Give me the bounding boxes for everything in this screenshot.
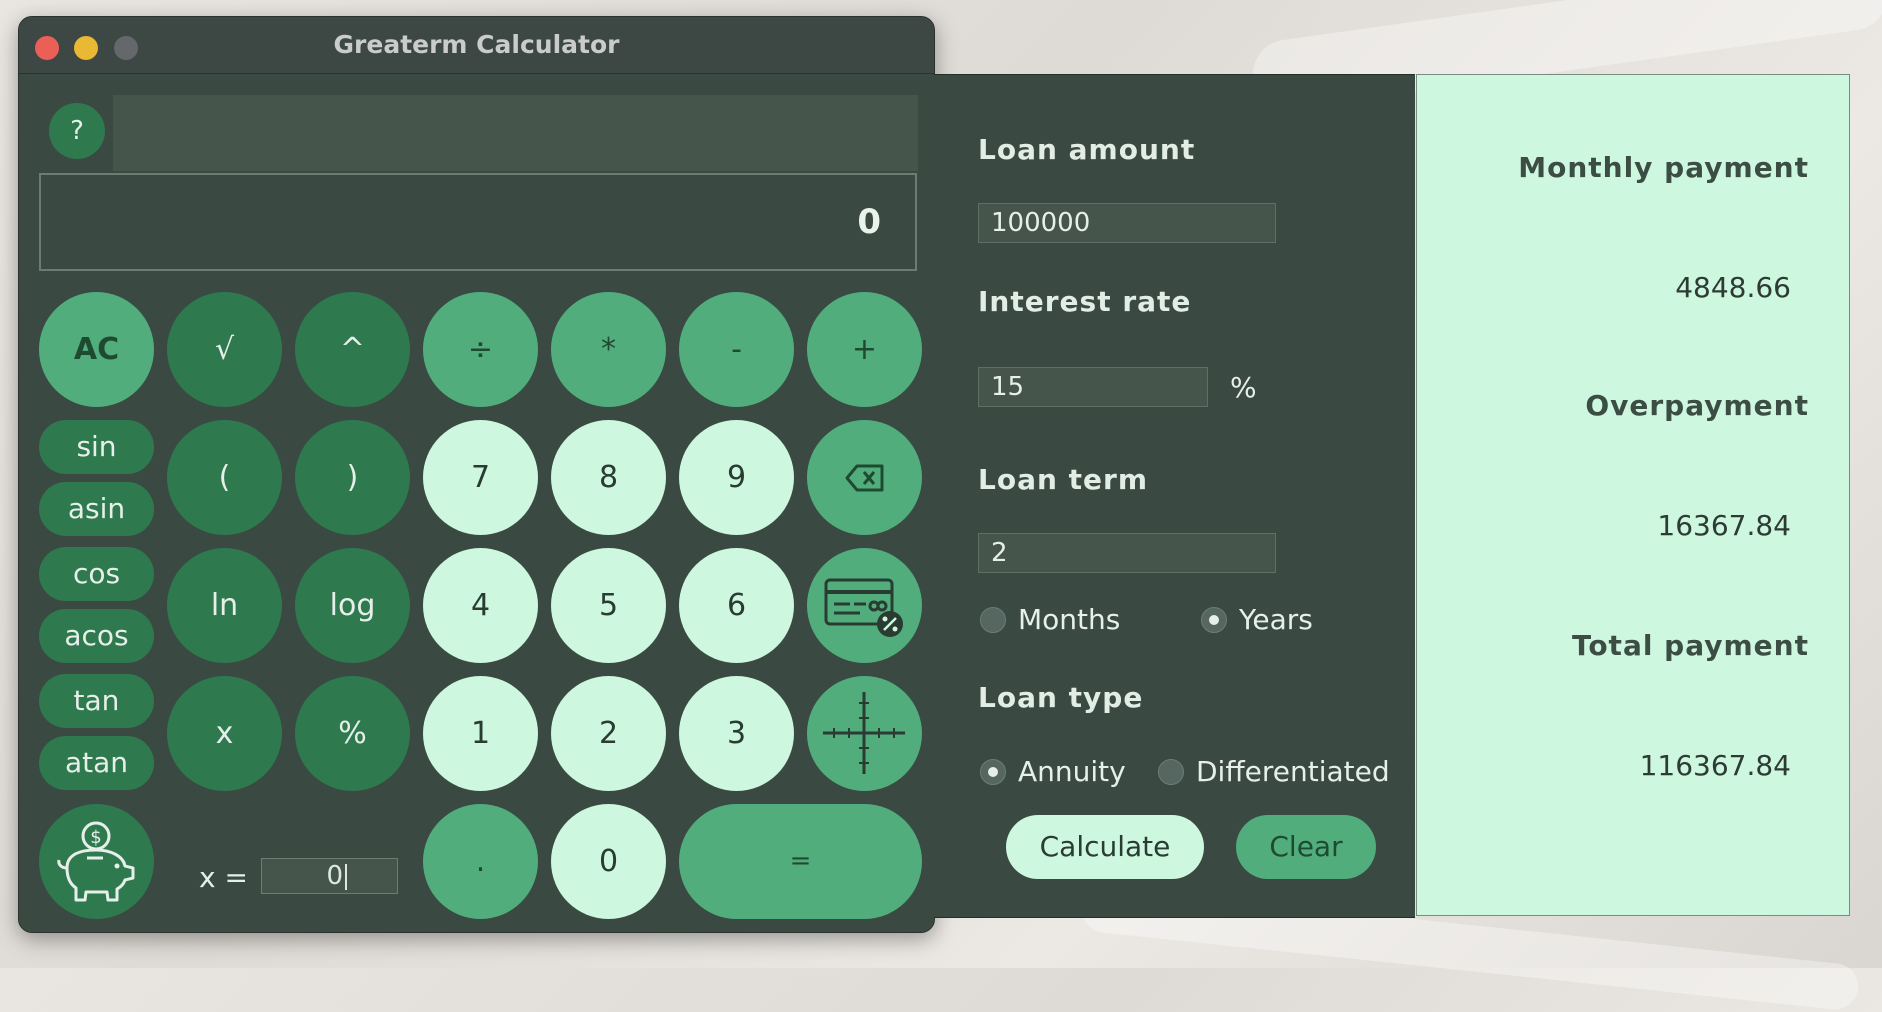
loan-term-input[interactable]: 2 xyxy=(978,533,1276,573)
results-panel: Monthly payment 4848.66 Overpayment 1636… xyxy=(1416,74,1850,916)
years-radio[interactable] xyxy=(1201,607,1227,633)
backspace-button[interactable] xyxy=(807,420,922,535)
credit-card-percent-icon xyxy=(824,578,903,637)
monthly-payment-value: 4848.66 xyxy=(1675,271,1791,304)
log-button[interactable]: log xyxy=(295,548,410,663)
ln-button[interactable]: ln xyxy=(167,548,282,663)
interest-rate-label: Interest rate xyxy=(978,285,1192,318)
x-value-text: 0 xyxy=(326,861,343,891)
digit-7-button[interactable]: 7 xyxy=(423,420,538,535)
monthly-payment-label: Monthly payment xyxy=(1518,151,1809,184)
variable-x-button[interactable]: x xyxy=(167,676,282,791)
months-label[interactable]: Months xyxy=(1018,603,1120,636)
annuity-radio[interactable] xyxy=(980,759,1006,785)
graph-button[interactable] xyxy=(807,676,922,791)
credit-calculator-panel: Loan amount 100000 Interest rate 15 % Lo… xyxy=(934,74,1415,918)
years-label[interactable]: Years xyxy=(1239,603,1313,636)
expression-input[interactable] xyxy=(113,95,918,171)
digit-3-button[interactable]: 3 xyxy=(679,676,794,791)
credit-calculator-button[interactable] xyxy=(807,548,922,663)
atan-button[interactable]: atan xyxy=(39,736,154,790)
calculator-window: Greaterm Calculator ? 0 AC √ ^ ÷ * - + s… xyxy=(18,16,935,933)
help-button[interactable]: ? xyxy=(49,103,105,159)
months-radio[interactable] xyxy=(980,607,1006,633)
loan-term-label: Loan term xyxy=(978,463,1149,496)
digit-2-button[interactable]: 2 xyxy=(551,676,666,791)
digit-8-button[interactable]: 8 xyxy=(551,420,666,535)
percent-sign: % xyxy=(1230,371,1257,404)
sqrt-button[interactable]: √ xyxy=(167,292,282,407)
left-paren-button[interactable]: ( xyxy=(167,420,282,535)
digit-9-button[interactable]: 9 xyxy=(679,420,794,535)
asin-button[interactable]: asin xyxy=(39,482,154,536)
title-bar: Greaterm Calculator xyxy=(19,17,934,74)
x-value-input[interactable]: 0 xyxy=(261,858,398,894)
loan-amount-input[interactable]: 100000 xyxy=(978,203,1276,243)
loan-type-label: Loan type xyxy=(978,681,1144,714)
digit-5-button[interactable]: 5 xyxy=(551,548,666,663)
all-clear-button[interactable]: AC xyxy=(39,292,154,407)
acos-button[interactable]: acos xyxy=(39,609,154,663)
multiply-button[interactable]: * xyxy=(551,292,666,407)
mod-button[interactable]: % xyxy=(295,676,410,791)
annuity-label[interactable]: Annuity xyxy=(1018,755,1126,788)
clear-button[interactable]: Clear xyxy=(1236,815,1376,879)
equals-button[interactable]: = xyxy=(679,804,922,919)
text-caret xyxy=(345,864,347,890)
add-button[interactable]: + xyxy=(807,292,922,407)
digit-1-button[interactable]: 1 xyxy=(423,676,538,791)
digit-0-button[interactable]: 0 xyxy=(551,804,666,919)
subtract-button[interactable]: - xyxy=(679,292,794,407)
sin-button[interactable]: sin xyxy=(39,420,154,474)
digit-4-button[interactable]: 4 xyxy=(423,548,538,663)
calculate-button[interactable]: Calculate xyxy=(1006,815,1204,879)
differentiated-radio[interactable] xyxy=(1158,759,1184,785)
piggy-bank-icon: $ xyxy=(57,821,135,902)
total-payment-label: Total payment xyxy=(1571,629,1809,662)
x-variable-label: x = xyxy=(199,861,248,894)
window-title: Greaterm Calculator xyxy=(333,30,620,59)
deposit-calculator-button[interactable]: $ xyxy=(39,804,154,919)
loan-amount-label: Loan amount xyxy=(978,133,1196,166)
overpayment-label: Overpayment xyxy=(1585,389,1809,422)
overpayment-value: 16367.84 xyxy=(1657,509,1791,542)
divide-button[interactable]: ÷ xyxy=(423,292,538,407)
interest-rate-input[interactable]: 15 xyxy=(978,367,1208,407)
right-paren-button[interactable]: ) xyxy=(295,420,410,535)
tan-button[interactable]: tan xyxy=(39,674,154,728)
graph-axes-icon xyxy=(823,692,905,774)
power-button[interactable]: ^ xyxy=(295,292,410,407)
total-payment-value: 116367.84 xyxy=(1639,749,1791,782)
cos-button[interactable]: cos xyxy=(39,547,154,601)
decimal-point-button[interactable]: . xyxy=(423,804,538,919)
backspace-icon xyxy=(845,464,884,492)
differentiated-label[interactable]: Differentiated xyxy=(1196,755,1390,788)
svg-text:$: $ xyxy=(90,827,101,848)
result-display: 0 xyxy=(39,173,917,271)
digit-6-button[interactable]: 6 xyxy=(679,548,794,663)
